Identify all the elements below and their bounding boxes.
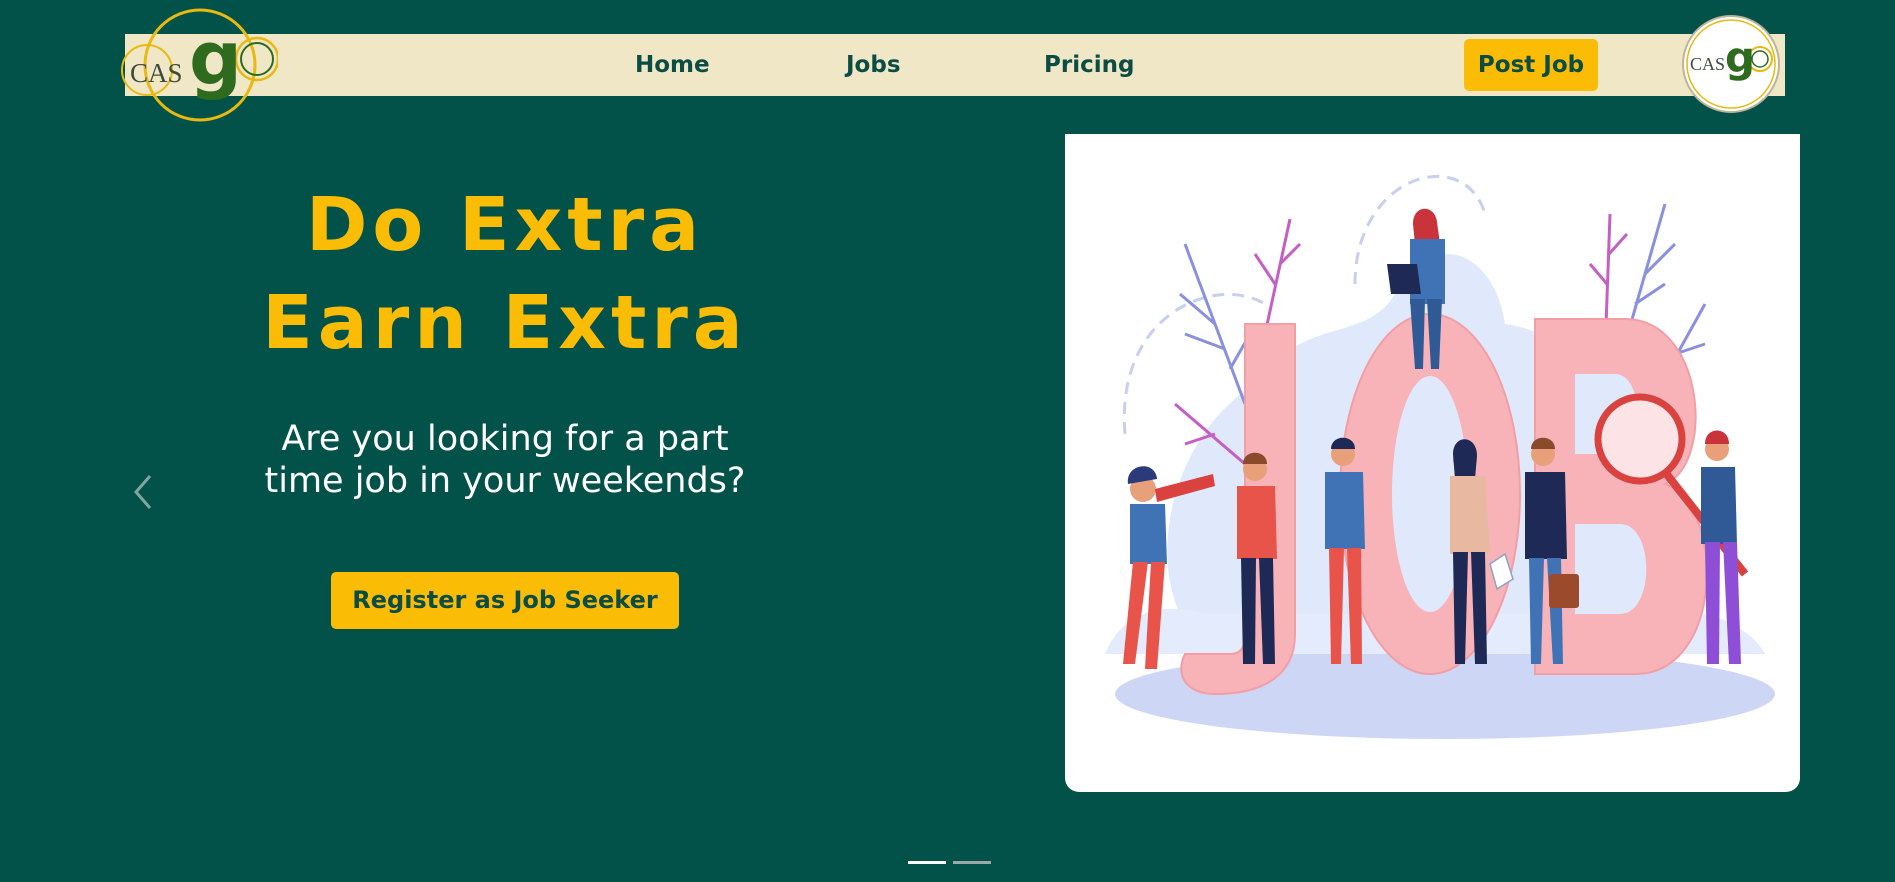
nav-home-link[interactable]: Home bbox=[635, 34, 710, 96]
job-hunting-illustration bbox=[1105, 175, 1775, 739]
svg-text:g: g bbox=[189, 16, 242, 102]
hero-subtitle-line1: Are you looking for a part bbox=[281, 419, 729, 459]
hero-title: Do Extra Earn Extra bbox=[220, 176, 790, 372]
hero-title-line1: Do Extra bbox=[305, 182, 705, 268]
casgo-logo-badge: CAS g bbox=[1681, 12, 1782, 116]
logo-prefix-text: CAS bbox=[130, 58, 183, 88]
hero-subtitle: Are you looking for a part time job in y… bbox=[250, 418, 760, 502]
svg-text:CAS: CAS bbox=[1690, 54, 1725, 74]
hero-subtitle-line2: time job in your weekends? bbox=[264, 461, 746, 501]
register-job-seeker-button[interactable]: Register as Job Seeker bbox=[331, 572, 679, 629]
carousel-indicator-1[interactable] bbox=[908, 861, 946, 864]
nav-pricing-link[interactable]: Pricing bbox=[1044, 34, 1134, 96]
casgo-logo[interactable]: CAS g bbox=[118, 4, 280, 126]
nav-jobs-link[interactable]: Jobs bbox=[846, 34, 901, 96]
carousel-indicator-2[interactable] bbox=[953, 861, 991, 864]
hero-image-card bbox=[1065, 134, 1800, 792]
chevron-left-icon[interactable] bbox=[128, 470, 158, 514]
hero-title-line2: Earn Extra bbox=[262, 280, 748, 366]
post-job-button[interactable]: Post Job bbox=[1464, 39, 1598, 91]
svg-text:g: g bbox=[1725, 33, 1755, 82]
